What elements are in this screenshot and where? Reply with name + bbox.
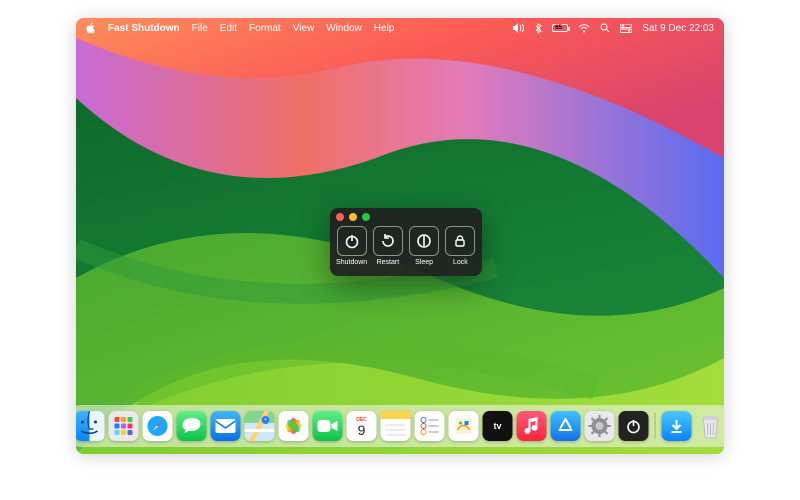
shutdown-button[interactable] <box>337 226 367 256</box>
spotlight-icon[interactable] <box>600 23 610 33</box>
menu-format[interactable]: Format <box>249 23 281 34</box>
dock-facetime-icon[interactable] <box>313 411 343 441</box>
volume-icon[interactable] <box>513 23 525 33</box>
dock-music-icon[interactable] <box>517 411 547 441</box>
dock-reminders-icon[interactable] <box>415 411 445 441</box>
dock-photos-icon[interactable] <box>279 411 309 441</box>
dock-fastshutdown-icon[interactable] <box>619 411 649 441</box>
lock-icon <box>451 232 469 250</box>
menu-view[interactable]: View <box>293 23 315 34</box>
dock-separator <box>655 413 656 439</box>
lock-button[interactable] <box>445 226 475 256</box>
bluetooth-icon[interactable] <box>535 23 542 34</box>
menu-window[interactable]: Window <box>326 23 362 34</box>
battery-status[interactable]: 65 <box>552 24 568 32</box>
wifi-icon[interactable] <box>578 24 590 33</box>
window-minimize-button[interactable] <box>349 213 357 221</box>
shutdown-action: Shutdown <box>336 226 367 266</box>
lock-action: Lock <box>445 226 476 266</box>
menu-bar: Fast Shutdown File Edit Format View Wind… <box>76 18 724 38</box>
dock-trash-icon[interactable] <box>696 411 725 441</box>
dock-settings-icon[interactable] <box>585 411 615 441</box>
restart-label: Restart <box>377 259 400 266</box>
calendar-day-label: 9 <box>358 423 366 437</box>
control-center-icon[interactable] <box>620 24 632 33</box>
menu-file[interactable]: File <box>192 23 208 34</box>
dock-launchpad-icon[interactable] <box>109 411 139 441</box>
fast-shutdown-window: Shutdown Restart Sleep Lock <box>330 208 482 276</box>
app-name-menu[interactable]: Fast Shutdown <box>108 23 180 34</box>
power-icon <box>343 232 361 250</box>
dock-freeform-icon[interactable] <box>449 411 479 441</box>
dock-appstore-icon[interactable] <box>551 411 581 441</box>
apple-menu-icon[interactable] <box>86 22 96 34</box>
dock-mail-icon[interactable] <box>211 411 241 441</box>
menu-help[interactable]: Help <box>374 23 395 34</box>
dock-downloads-icon[interactable] <box>662 411 692 441</box>
restart-action: Restart <box>372 226 403 266</box>
sleep-button[interactable] <box>409 226 439 256</box>
dock-finder-icon[interactable] <box>76 411 105 441</box>
dock: DEC 9 tv <box>76 405 724 447</box>
dock-tv-icon[interactable]: tv <box>483 411 513 441</box>
window-close-button[interactable] <box>336 213 344 221</box>
window-titlebar <box>336 213 370 221</box>
desktop-screen: Fast Shutdown File Edit Format View Wind… <box>76 18 724 454</box>
dock-maps-icon[interactable] <box>245 411 275 441</box>
sleep-label: Sleep <box>415 259 433 266</box>
dock-calendar-icon[interactable]: DEC 9 <box>347 411 377 441</box>
menubar-datetime[interactable]: Sat 9 Dec 22:03 <box>642 23 714 34</box>
lock-label: Lock <box>453 259 468 266</box>
restart-icon <box>379 232 397 250</box>
sleep-action: Sleep <box>409 226 440 266</box>
dock-notes-icon[interactable] <box>381 411 411 441</box>
restart-button[interactable] <box>373 226 403 256</box>
shutdown-label: Shutdown <box>336 259 367 266</box>
dock-messages-icon[interactable] <box>177 411 207 441</box>
sleep-icon <box>415 232 433 250</box>
menu-edit[interactable]: Edit <box>220 23 237 34</box>
window-zoom-button[interactable] <box>362 213 370 221</box>
dock-safari-icon[interactable] <box>143 411 173 441</box>
